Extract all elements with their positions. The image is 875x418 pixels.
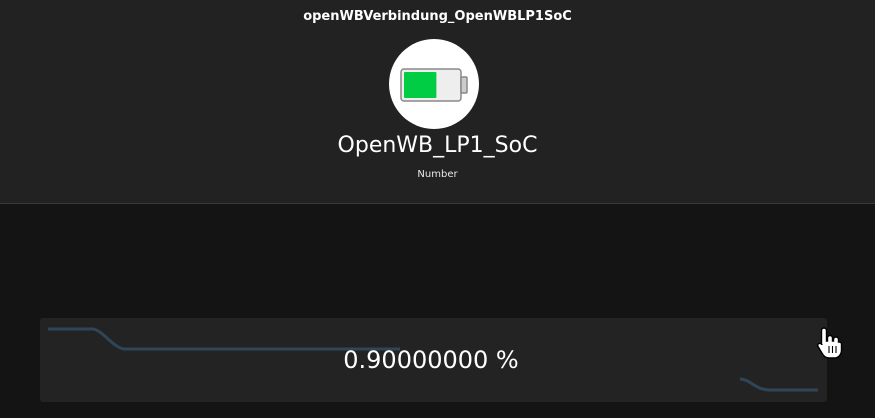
battery-fill (404, 72, 437, 98)
item-name: OpenWB_LP1_SoC (337, 133, 538, 158)
state-card[interactable]: 0.90000000 % (40, 318, 827, 402)
item-header: openWBVerbindung_OpenWBLP1SoC OpenWB_LP1… (0, 0, 875, 204)
page: openWBVerbindung_OpenWBLP1SoC OpenWB_LP1… (0, 0, 875, 418)
sparkline-line-lower (739, 377, 818, 392)
battery-icon (400, 68, 468, 102)
page-title: openWBVerbindung_OpenWBLP1SoC (303, 9, 572, 24)
state-value: 0.90000000 % (343, 346, 519, 374)
item-type: Number (417, 169, 458, 180)
item-icon-circle (389, 39, 479, 129)
hand-cursor-icon (816, 327, 843, 359)
